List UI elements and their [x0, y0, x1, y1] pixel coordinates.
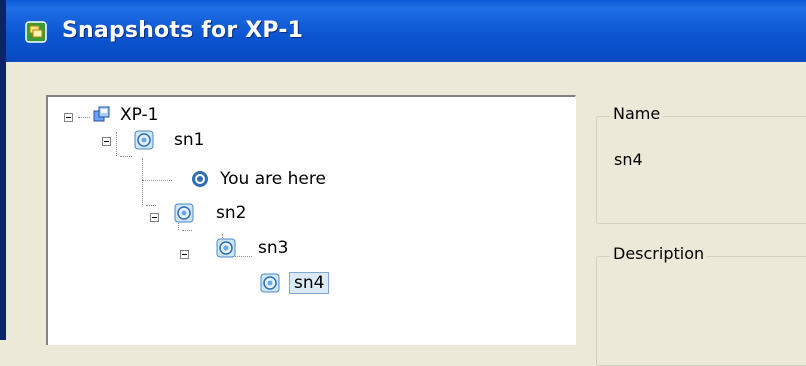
tree-connector [78, 117, 90, 118]
tree-node-you-are-here[interactable]: You are here [220, 169, 326, 189]
tree-node-sn3[interactable]: sn3 [258, 238, 288, 258]
tree-node-xp-1[interactable]: XP-1 [120, 105, 158, 125]
collapse-toggle[interactable] [150, 213, 159, 222]
collapse-toggle[interactable] [102, 137, 111, 146]
name-group-label: Name [610, 104, 664, 123]
tree-connector [142, 180, 143, 205]
window-title: Snapshots for XP-1 [62, 18, 304, 43]
tree-node-sn1[interactable]: sn1 [174, 130, 204, 150]
tree-connector [146, 205, 156, 206]
tree-node-sn2[interactable]: sn2 [216, 203, 246, 223]
name-group [596, 116, 806, 224]
snapshot-icon [216, 238, 236, 258]
snapshot-icon [174, 203, 194, 223]
description-group [596, 256, 806, 366]
tree-connector [120, 156, 132, 157]
current-state-icon [192, 171, 208, 187]
snapshot-manager-icon [25, 21, 47, 43]
snapshot-tree[interactable]: XP-1 sn1 You are here sn2 sn3 sn4 [46, 95, 576, 345]
collapse-toggle[interactable] [64, 113, 73, 122]
tree-connector [142, 180, 172, 181]
tree-node-sn4[interactable]: sn4 [289, 272, 330, 294]
description-group-label: Description [610, 244, 708, 263]
snapshot-icon [134, 130, 154, 150]
snapshot-icon [260, 273, 280, 293]
collapse-toggle[interactable] [180, 250, 189, 259]
title-bar[interactable]: Snapshots for XP-1 [6, 0, 806, 62]
vm-icon [93, 106, 110, 122]
tree-connector [116, 132, 117, 156]
tree-connector [182, 230, 192, 231]
tree-connector [142, 158, 143, 180]
snapshot-name-value: sn4 [614, 150, 643, 169]
